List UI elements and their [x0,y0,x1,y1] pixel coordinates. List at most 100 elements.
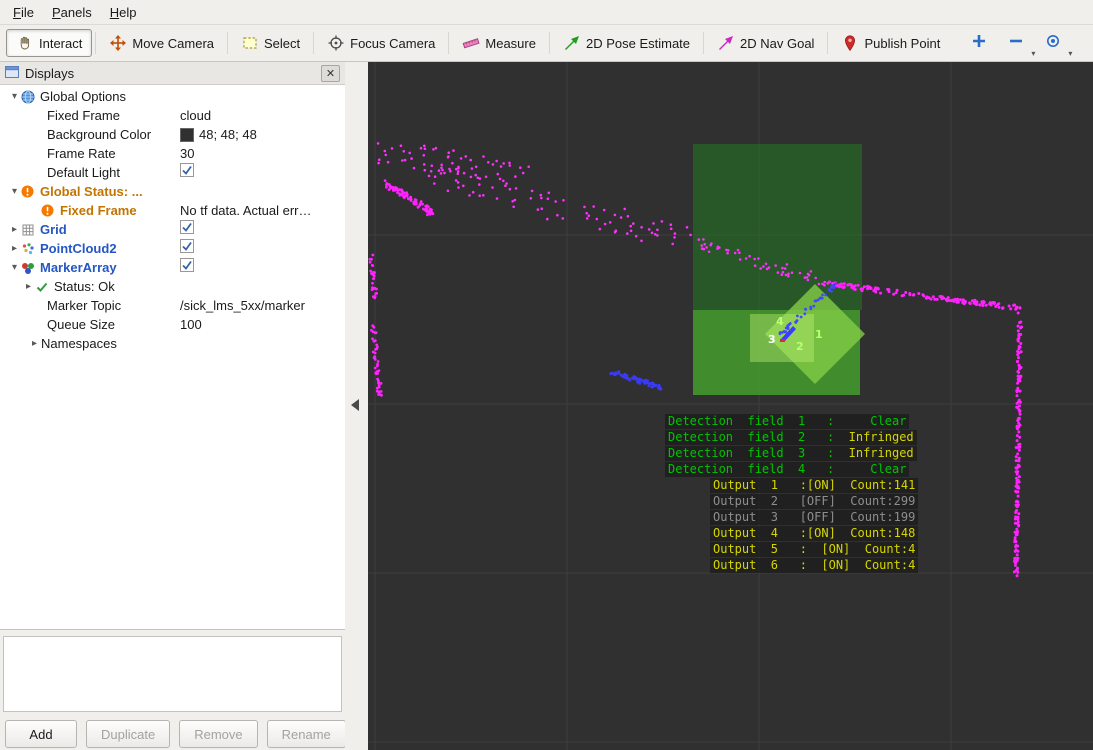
row-value[interactable]: cloud [180,106,211,125]
rename-button[interactable]: Rename [266,720,346,748]
displays-panel-header[interactable]: Displays ✕ [0,62,345,85]
row-label: Frame Rate [47,146,116,161]
enabled-checkbox[interactable] [180,239,194,258]
tree-row-frame-rate[interactable]: Frame Rate 30 [0,144,345,163]
pointcloud-icon [21,242,40,256]
tool-label: Interact [39,35,83,51]
row-label: Global Status: ... [40,184,143,199]
tool-focus-camera[interactable]: Focus Camera [317,29,445,57]
detection-field-line: Detection field 1 : Clear [665,414,910,429]
toolbar-separator [548,32,550,54]
row-value[interactable]: 100 [180,315,202,334]
expander-right-icon[interactable]: ▸ [8,220,21,239]
menu-bar: File Panels Help [0,0,1093,25]
row-label: MarkerArray [40,260,117,275]
tree-row-default-light[interactable]: Default Light [0,163,345,182]
close-panel-button[interactable]: ✕ [321,64,340,82]
tool-label: 2D Pose Estimate [585,35,691,51]
tool-2d-pose-estimate[interactable]: 2D Pose Estimate [553,29,700,57]
expander-right-icon[interactable]: ▸ [8,239,21,258]
tree-row-pointcloud2[interactable]: ▸ PointCloud2 [0,239,345,258]
toolbar-separator [95,32,97,54]
tree-row-global-status[interactable]: ▾ Global Status: ... [0,182,345,201]
tool-properties-icon [1044,32,1062,50]
add-button[interactable]: Add [5,720,77,748]
tool-move-camera[interactable]: Move Camera [99,29,224,57]
enabled-checkbox[interactable] [180,258,194,277]
row-value[interactable]: 30 [180,144,194,163]
row-label: Global Options [40,89,126,104]
warning-icon [41,204,60,217]
marker-label: 2 [796,340,804,353]
detection-field-line: Detection field 3 : Infringed [665,446,917,461]
add-tool-button[interactable] [968,30,995,56]
tool-label: 2D Nav Goal [740,35,815,51]
tree-row-grid[interactable]: ▸ Grid [0,220,345,239]
select-box-icon [241,34,259,52]
collapse-panel-arrow-icon[interactable] [351,399,359,411]
expander-right-icon[interactable]: ▸ [28,334,41,353]
scene-canvas [368,62,1093,750]
row-label: Fixed Frame [60,203,137,218]
remove-tool-button[interactable]: ▾ [1005,30,1035,58]
row-value[interactable]: No tf data. Actual err… [180,201,312,220]
menu-panels[interactable]: Panels [43,2,101,23]
expander-down-icon[interactable]: ▾ [8,87,21,106]
grid-icon [21,223,40,237]
tree-row-namespaces[interactable]: ▸ Namespaces [0,334,345,353]
remove-button[interactable]: Remove [179,720,258,748]
tool-label: Publish Point [864,35,941,51]
row-value[interactable]: /sick_lms_5xx/marker [180,296,305,315]
row-label: Grid [40,222,67,237]
plus-icon [970,32,988,50]
focus-camera-icon [327,34,345,52]
tree-row-fixed-frame[interactable]: Fixed Frame cloud [0,106,345,125]
toolbar-separator [313,32,315,54]
tool-properties-button[interactable]: ▾ [1042,30,1072,58]
tree-row-marker-topic[interactable]: Marker Topic/sick_lms_5xx/marker [0,296,345,315]
menu-file[interactable]: File [4,2,43,23]
output-line: Output 1 :[ON] Count:141 [710,478,919,493]
tool-measure[interactable]: Measure [452,29,546,57]
enabled-checkbox[interactable] [180,163,194,182]
tree-row-fixed-frame[interactable]: Fixed Frame No tf data. Actual err… [0,201,345,220]
3d-viewport[interactable]: Detection field 1 : Clear Detection field… [368,62,1093,750]
row-label: Background Color [47,127,152,142]
output-line: Output 3 [OFF] Count:199 [710,510,919,525]
toolbar: Interact Move Camera Select Focus Camera Mea… [0,25,1093,62]
color-swatch[interactable] [180,127,194,142]
tool-interact[interactable]: Interact [6,29,93,57]
expander-down-icon[interactable]: ▾ [8,182,21,201]
display-description-box [3,636,342,712]
dropdown-caret-icon[interactable]: ▾ [1031,49,1035,58]
tool-2d-nav-goal[interactable]: 2D Nav Goal [707,29,824,57]
tree-row-status-ok[interactable]: ▸ Status: Ok [0,277,345,296]
enabled-checkbox[interactable] [180,220,194,239]
tree-row-queue-size[interactable]: Queue Size 100 [0,315,345,334]
expander-down-icon[interactable]: ▾ [8,258,21,277]
row-label: Default Light [47,165,120,180]
warning-icon [21,185,40,198]
row-value[interactable]: 48; 48; 48 [199,125,257,144]
tree-row-global-options[interactable]: ▾ Global Options [0,87,345,106]
detection-field-line: Detection field 2 : Infringed [665,430,917,445]
menu-help[interactable]: Help [101,2,146,23]
toolbar-separator [227,32,228,54]
panel-splitter[interactable] [345,62,368,750]
dropdown-caret-icon[interactable]: ▾ [1068,49,1072,58]
minus-icon [1007,32,1025,50]
duplicate-button[interactable]: Duplicate [86,720,171,748]
tool-publish-point[interactable]: Publish Point [831,29,950,57]
tool-label: Focus Camera [350,35,436,51]
toolbar-separator [448,32,450,54]
tool-select[interactable]: Select [231,29,310,57]
output-line: Output 4 :[ON] Count:148 [710,526,919,541]
marker-label: 3 [768,333,776,346]
tool-label: Select [264,35,301,51]
tree-row-markerarray[interactable]: ▾ MarkerArray [0,258,345,277]
tree-row-background-color[interactable]: Background Color 48; 48; 48 [0,125,345,144]
toolbar-separator [827,32,829,54]
displays-buttons: Add Duplicate Remove Rename [5,720,346,748]
panel-title: Displays [25,65,75,81]
expander-right-icon[interactable]: ▸ [22,277,35,296]
